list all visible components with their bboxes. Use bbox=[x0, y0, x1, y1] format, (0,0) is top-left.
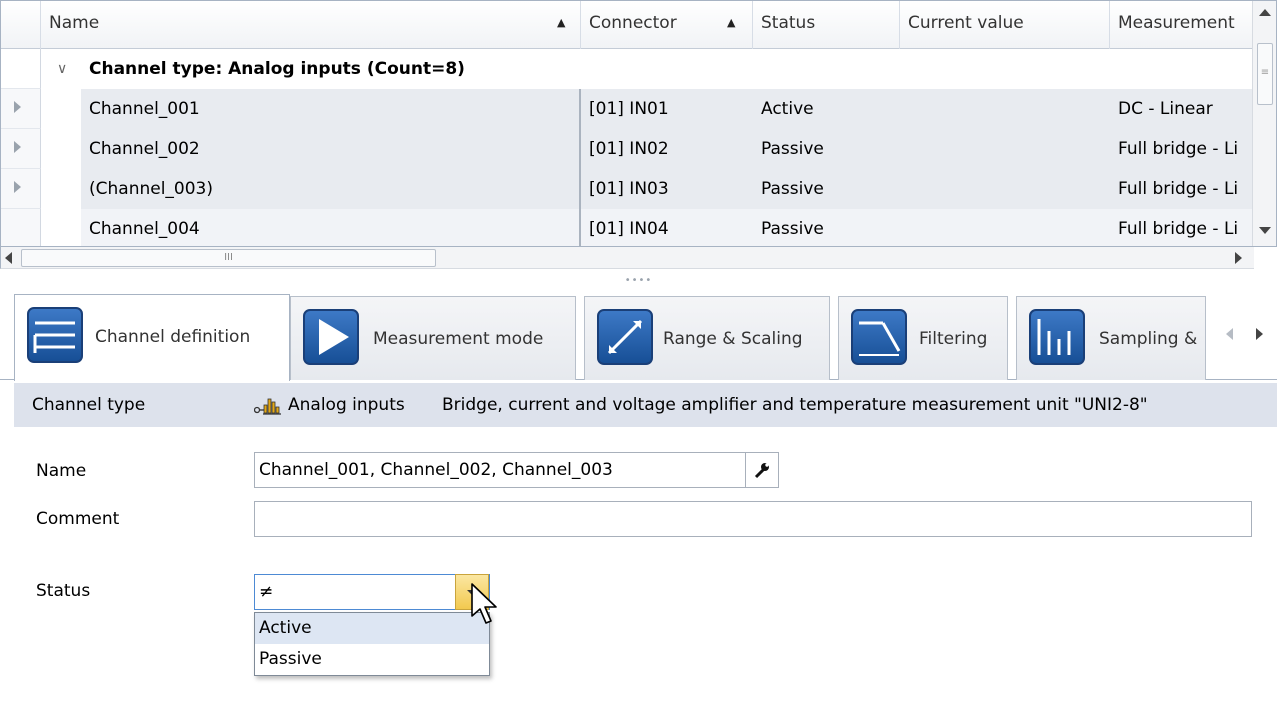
mouse-cursor-icon bbox=[471, 583, 497, 624]
cell-measurement: Full bridge - Li bbox=[1118, 179, 1239, 199]
status-label: Status bbox=[36, 581, 91, 601]
scroll-down-icon[interactable] bbox=[1259, 227, 1271, 234]
vertical-scrollbar[interactable]: ≡ bbox=[1252, 1, 1276, 246]
tab-scroll-right-icon[interactable] bbox=[1256, 328, 1263, 340]
sort-ascending-icon: ▲ bbox=[557, 16, 566, 29]
range-scaling-icon bbox=[597, 309, 653, 365]
tab-label: Range & Scaling bbox=[663, 329, 803, 349]
tab-label: Filtering bbox=[919, 329, 988, 349]
column-header-status[interactable]: Status bbox=[753, 1, 900, 49]
dropdown-option-passive[interactable]: Passive bbox=[255, 644, 489, 675]
column-header-status-label: Status bbox=[761, 13, 816, 33]
cell-status: Passive bbox=[761, 179, 824, 199]
horizontal-scroll-thumb[interactable]: III bbox=[21, 249, 436, 267]
cell-name: Channel_001 bbox=[89, 99, 200, 119]
table-row[interactable]: Channel_001 [01] IN01 Active DC - Linear bbox=[81, 89, 1253, 129]
tab-strip: Channel definition Measurement mode Rang… bbox=[0, 294, 1277, 381]
channel-type-value: Analog inputs bbox=[254, 383, 405, 427]
horizontal-scrollbar[interactable]: III bbox=[0, 247, 1254, 269]
channel-type-text: Analog inputs bbox=[288, 395, 405, 415]
splitter-handle[interactable]: •••• bbox=[0, 270, 1277, 292]
scroll-right-icon[interactable] bbox=[1235, 252, 1242, 264]
status-dropdown-list: Active Passive bbox=[254, 612, 490, 676]
row-indicator-header bbox=[1, 1, 41, 49]
cell-current-value bbox=[900, 129, 1110, 169]
measurement-mode-icon bbox=[303, 309, 359, 365]
column-header-connector[interactable]: Connector ▲ bbox=[581, 1, 753, 49]
row-expand-icon bbox=[14, 101, 21, 113]
column-header-current-value[interactable]: Current value bbox=[900, 1, 1110, 49]
filtering-icon bbox=[851, 309, 907, 365]
cell-connector: [01] IN02 bbox=[579, 129, 753, 169]
name-label: Name bbox=[36, 461, 87, 481]
row-indicator[interactable] bbox=[1, 169, 41, 209]
cell-status: Passive bbox=[761, 139, 824, 159]
tab-filtering[interactable]: Filtering bbox=[838, 296, 1008, 380]
table-row[interactable]: Channel_002 [01] IN02 Passive Full bridg… bbox=[81, 129, 1253, 169]
scroll-left-icon[interactable] bbox=[5, 252, 12, 264]
cell-name: (Channel_003) bbox=[89, 179, 214, 199]
cell-status: Active bbox=[761, 99, 814, 119]
row-indicator[interactable] bbox=[1, 89, 41, 129]
channel-type-description: Bridge, current and voltage amplifier an… bbox=[442, 395, 1148, 415]
row-indicator[interactable] bbox=[1, 129, 41, 169]
tab-label: Sampling & bbox=[1099, 329, 1198, 349]
cell-connector: [01] IN04 bbox=[579, 209, 753, 246]
cell-connector: [01] IN01 bbox=[579, 89, 753, 129]
table-row[interactable]: (Channel_003) [01] IN03 Passive Full bri… bbox=[81, 169, 1253, 209]
vertical-scroll-thumb[interactable]: ≡ bbox=[1257, 43, 1273, 105]
column-header-measurement[interactable]: Measurement bbox=[1110, 1, 1253, 49]
tab-scroll-left-icon[interactable] bbox=[1226, 328, 1233, 340]
group-row-label: Channel type: Analog inputs (Count=8) bbox=[89, 59, 465, 79]
tab-channel-definition[interactable]: Channel definition bbox=[14, 294, 290, 381]
channel-definition-icon bbox=[27, 307, 83, 363]
channel-type-label: Channel type bbox=[32, 395, 146, 415]
grid-header: Name ▲ Connector ▲ Status Current value … bbox=[1, 1, 1253, 49]
comment-field[interactable] bbox=[254, 501, 1252, 537]
cell-status: Passive bbox=[761, 219, 824, 239]
cell-name: Channel_002 bbox=[89, 139, 200, 159]
column-header-name-label: Name bbox=[49, 13, 100, 33]
chevron-down-icon[interactable]: ∨ bbox=[57, 49, 67, 89]
group-row[interactable]: ∨ Channel type: Analog inputs (Count=8) bbox=[41, 49, 1253, 89]
cell-measurement: DC - Linear bbox=[1118, 99, 1213, 119]
tab-sampling[interactable]: Sampling & bbox=[1016, 296, 1206, 380]
cell-current-value bbox=[900, 89, 1110, 129]
sampling-icon bbox=[1029, 309, 1085, 365]
edit-name-button[interactable] bbox=[745, 452, 779, 488]
row-indicator-group bbox=[1, 49, 41, 89]
tab-measurement-mode[interactable]: Measurement mode bbox=[290, 296, 576, 380]
cell-name: Channel_004 bbox=[89, 219, 200, 239]
column-header-current-value-label: Current value bbox=[908, 13, 1024, 33]
cell-current-value bbox=[900, 209, 1110, 246]
sort-ascending-icon: ▲ bbox=[727, 16, 736, 29]
cell-current-value bbox=[900, 169, 1110, 209]
channel-grid: Name ▲ Connector ▲ Status Current value … bbox=[0, 0, 1277, 247]
tab-range-scaling[interactable]: Range & Scaling bbox=[584, 296, 830, 380]
row-expand-icon bbox=[14, 141, 21, 153]
name-field[interactable]: Channel_001, Channel_002, Channel_003 bbox=[254, 452, 746, 488]
table-row[interactable]: Channel_004 [01] IN04 Passive Full bridg… bbox=[81, 209, 1253, 246]
scroll-up-icon[interactable] bbox=[1259, 9, 1271, 16]
cell-measurement: Full bridge - Li bbox=[1118, 139, 1239, 159]
column-header-name[interactable]: Name ▲ bbox=[41, 1, 581, 49]
cell-connector: [01] IN03 bbox=[579, 169, 753, 209]
tab-label: Measurement mode bbox=[373, 329, 544, 349]
row-expand-icon bbox=[14, 181, 21, 193]
channel-type-bar: Channel type Analog inputs Bridge, curre… bbox=[14, 383, 1277, 427]
tab-label: Channel definition bbox=[95, 327, 251, 347]
comment-label: Comment bbox=[36, 509, 120, 529]
row-indicator[interactable] bbox=[1, 209, 41, 246]
wrench-icon bbox=[754, 463, 769, 479]
dropdown-option-active[interactable]: Active bbox=[255, 613, 489, 644]
analog-inputs-icon bbox=[254, 398, 281, 415]
column-header-connector-label: Connector bbox=[589, 13, 677, 33]
column-header-measurement-label: Measurement bbox=[1118, 13, 1235, 33]
cell-measurement: Full bridge - Li bbox=[1118, 219, 1239, 239]
